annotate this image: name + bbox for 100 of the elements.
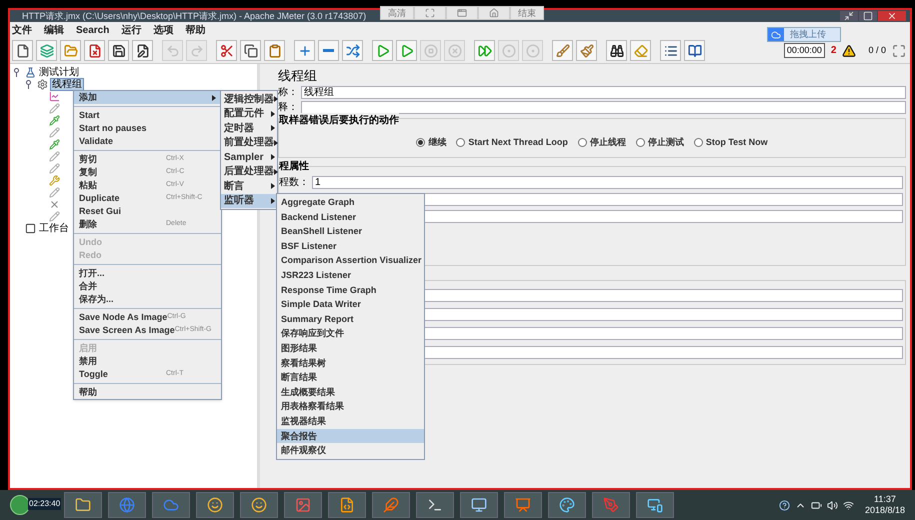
menu-item[interactable]: 保存为... <box>74 293 221 306</box>
menu-item[interactable]: 察看结果树 <box>277 356 424 370</box>
minimize-icon[interactable] <box>840 11 858 21</box>
taskbar-app-button[interactable] <box>460 492 498 518</box>
tree-item[interactable]: 线程组 <box>50 78 84 90</box>
paste-button[interactable] <box>264 40 285 61</box>
radio-button[interactable] <box>578 138 587 148</box>
menu-item[interactable]: 监视器结果 <box>277 414 424 428</box>
expand-button[interactable] <box>294 40 315 61</box>
start-button[interactable] <box>372 40 393 61</box>
battery-icon[interactable] <box>810 500 822 510</box>
search-button[interactable] <box>606 40 627 61</box>
smiley-icon <box>207 497 223 513</box>
taskbar-app-button[interactable] <box>372 492 410 518</box>
radio-button[interactable] <box>416 138 426 148</box>
menu-item[interactable]: 聚合报告 <box>277 428 424 444</box>
copy-button[interactable] <box>240 40 261 61</box>
menu-item[interactable]: 逻辑控制器 <box>221 92 277 106</box>
menu-item[interactable]: 图形结果 <box>277 340 424 356</box>
volume-icon[interactable] <box>826 500 838 510</box>
clear-button[interactable] <box>552 40 573 61</box>
home-icon[interactable] <box>478 6 510 20</box>
menu-item[interactable]: 用表格察看结果 <box>277 399 424 414</box>
menu-item[interactable]: BSF Listener <box>277 238 424 254</box>
recorder-button[interactable]: 结束 <box>510 6 544 20</box>
radio-button[interactable] <box>456 138 466 148</box>
menu-item[interactable]: Summary Report <box>277 312 424 326</box>
menu-item[interactable]: 添加 <box>74 91 221 104</box>
menu-item[interactable]: 定时器 <box>221 121 277 136</box>
save-button[interactable] <box>108 40 129 61</box>
open-button[interactable] <box>60 40 81 61</box>
menu-item[interactable]: Validate <box>74 135 221 148</box>
menu-item[interactable]: 文件 <box>12 22 32 38</box>
taskbar-app-button[interactable] <box>548 492 586 518</box>
menu-item[interactable]: 打开... <box>74 267 221 280</box>
warning-icon[interactable] <box>842 44 856 58</box>
remote-start-button[interactable] <box>474 40 495 61</box>
menu-item[interactable]: Start <box>74 109 221 122</box>
menu-item[interactable]: BeanShell Listener <box>277 224 424 239</box>
menu-item[interactable]: 配置元件 <box>221 106 277 121</box>
taskbar-app-button[interactable] <box>196 492 234 518</box>
menu-item[interactable]: 监听器 <box>221 194 277 208</box>
menu-item[interactable]: Aggregate Graph <box>277 195 424 210</box>
collapse-button[interactable] <box>318 40 339 61</box>
menu-item[interactable]: Reset Gui <box>74 205 221 218</box>
menu-item[interactable]: 生成概要结果 <box>277 384 424 400</box>
radio-button[interactable] <box>694 138 703 148</box>
menu-item[interactable]: 保存响应到文件 <box>277 326 424 341</box>
menu-item[interactable]: Sampler <box>221 150 277 164</box>
taskbar-app-button[interactable] <box>284 492 322 518</box>
save-as-button[interactable] <box>132 40 153 61</box>
taskbar-app-button[interactable] <box>64 492 102 518</box>
clear-all-button[interactable] <box>576 40 597 61</box>
tree-item[interactable]: 测试计划 <box>38 66 80 78</box>
recorder-button[interactable]: 高清 <box>380 6 414 20</box>
help-button[interactable] <box>684 40 705 61</box>
menu-item[interactable]: Simple Data Writer <box>277 297 424 312</box>
menu-item[interactable]: 禁用 <box>74 355 221 368</box>
menu-item[interactable]: JSR223 Listener <box>277 268 424 283</box>
taskbar-app-button[interactable] <box>504 492 542 518</box>
menu-item[interactable]: 选项 <box>153 22 174 38</box>
toggle-button[interactable] <box>342 40 363 61</box>
text-field[interactable]: 1 <box>312 176 903 189</box>
taskbar-app-button[interactable] <box>416 492 454 518</box>
menu-item[interactable]: 断言结果 <box>277 370 424 385</box>
start-no-pauses-button[interactable] <box>396 40 417 61</box>
menu-item[interactable]: Start no pauses <box>74 122 221 135</box>
text-field[interactable] <box>301 101 906 114</box>
window-icon[interactable] <box>446 6 478 20</box>
menu-item[interactable]: Response Time Graph <box>277 282 424 298</box>
menu-item[interactable]: 帮助 <box>74 386 221 399</box>
menu-item[interactable]: Search <box>76 22 110 38</box>
menu-item[interactable]: Backend Listener <box>277 210 424 224</box>
upload-button[interactable]: 拖拽上传 <box>767 27 841 42</box>
menu-item[interactable]: Comparison Assertion Visualizer <box>277 253 424 268</box>
tree-item[interactable]: 工作台 <box>38 222 70 234</box>
taskbar-app-button[interactable] <box>240 492 278 518</box>
menu-item[interactable]: 编辑 <box>44 22 64 38</box>
menu-item[interactable]: 合并 <box>74 280 221 293</box>
menu-item[interactable]: 断言 <box>221 179 277 194</box>
help-icon[interactable] <box>778 500 790 510</box>
start-orb-icon[interactable] <box>10 495 30 515</box>
menu-item[interactable]: 前置处理器 <box>221 136 277 150</box>
menu-item[interactable]: 帮助 <box>185 22 206 38</box>
new-button[interactable] <box>12 40 33 61</box>
menu-item[interactable]: 运行 <box>121 22 142 38</box>
close-icon[interactable] <box>878 11 906 21</box>
taskbar-app-button[interactable] <box>636 492 674 518</box>
taskbar-app-button[interactable] <box>328 492 366 518</box>
network-icon[interactable] <box>842 500 854 510</box>
submenu-arrow-icon <box>271 125 275 132</box>
radio-button[interactable] <box>636 138 645 148</box>
function-button[interactable] <box>660 40 681 61</box>
menu-item[interactable]: 邮件观察仪 <box>277 443 424 458</box>
expand-icon[interactable] <box>892 44 906 58</box>
cut-button[interactable] <box>216 40 237 61</box>
maximize-icon[interactable] <box>859 11 877 21</box>
close-button[interactable] <box>84 40 105 61</box>
text-field[interactable]: 线程组 <box>301 86 906 99</box>
menu-item[interactable]: 后置处理器 <box>221 164 277 179</box>
